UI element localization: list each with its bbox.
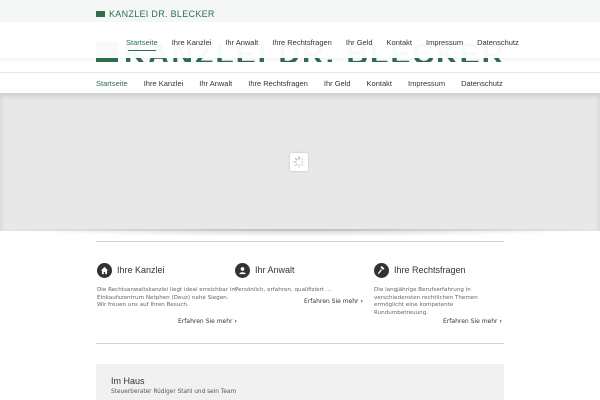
sticky-nav-startseite[interactable]: Startseite: [126, 38, 158, 47]
sticky-header-strip: [0, 0, 600, 22]
im-haus-box: Im Haus Steuerberater Rüdiger Stahl und …: [96, 364, 504, 400]
section-divider: [96, 241, 504, 242]
feature-title: Ihre Kanzlei: [117, 265, 165, 275]
nav-ihre-kanzlei[interactable]: Ihre Kanzlei: [144, 79, 184, 88]
user-icon: [235, 262, 250, 278]
nav-datenschutz[interactable]: Datenschutz: [461, 79, 503, 88]
main-nav: Startseite Ihre Kanzlei Ihr Anwalt Ihre …: [0, 72, 600, 94]
nav-impressum[interactable]: Impressum: [408, 79, 445, 88]
feature-text: Persönlich, erfahren, qualifiziert ...: [235, 287, 332, 293]
sticky-nav: Startseite Ihre Kanzlei Ihr Anwalt Ihre …: [126, 38, 533, 47]
sticky-nav-impressum[interactable]: Impressum: [426, 38, 463, 47]
loading-spinner-icon: [290, 153, 308, 171]
home-icon: [97, 262, 112, 278]
sticky-logo-text: KANZLEI DR. BLECKER: [109, 9, 215, 19]
feature-more-link[interactable]: Erfahren Sie mehr ›: [443, 318, 502, 325]
chevron-right-icon: ›: [360, 298, 363, 305]
feature-text: Die langjährige Berufserfahrung in versc…: [374, 287, 478, 316]
feature-ihre-rechtsfragen: Ihre Rechtsfragen Die langjährige Berufs…: [374, 262, 502, 325]
more-link-label: Erfahren Sie mehr: [304, 298, 359, 305]
section-divider: [96, 343, 504, 344]
active-nav-underline: [128, 50, 156, 51]
logo-mark-icon: [96, 11, 105, 17]
sticky-nav-ihre-kanzlei[interactable]: Ihre Kanzlei: [172, 38, 212, 47]
chevron-right-icon: ›: [234, 318, 237, 325]
slider-shadow: [0, 229, 600, 237]
sticky-nav-ihre-rechtsfragen[interactable]: Ihre Rechtsfragen: [272, 38, 332, 47]
nav-ihr-geld[interactable]: Ihr Geld: [324, 79, 351, 88]
nav-startseite[interactable]: Startseite: [96, 79, 128, 88]
nav-kontakt[interactable]: Kontakt: [367, 79, 392, 88]
feature-title: Ihr Anwalt: [255, 265, 295, 275]
feature-more-link[interactable]: Erfahren Sie mehr ›: [304, 298, 363, 305]
sticky-logo[interactable]: KANZLEI DR. BLECKER: [96, 9, 215, 19]
nav-ihre-rechtsfragen[interactable]: Ihre Rechtsfragen: [248, 79, 308, 88]
feature-more-link[interactable]: Erfahren Sie mehr ›: [178, 318, 237, 325]
sticky-header: KANZLEI DR. BLECKER Startseite Ihre Kanz…: [0, 0, 600, 58]
feature-text: Die Rechtsanwaltskanzlei liegt ideal err…: [97, 287, 237, 308]
sticky-nav-ihr-anwalt[interactable]: Ihr Anwalt: [225, 38, 258, 47]
feature-ihre-kanzlei: Ihre Kanzlei Die Rechtsanwaltskanzlei li…: [97, 262, 237, 325]
sticky-nav-kontakt[interactable]: Kontakt: [387, 38, 412, 47]
feature-ihr-anwalt: Ihr Anwalt Persönlich, erfahren, qualifi…: [235, 262, 375, 305]
sticky-nav-datenschutz[interactable]: Datenschutz: [477, 38, 519, 47]
chevron-right-icon: ›: [499, 318, 502, 325]
feature-title: Ihre Rechtsfragen: [394, 265, 466, 275]
gavel-icon: [374, 262, 389, 278]
im-haus-title: Im Haus: [111, 376, 145, 386]
more-link-label: Erfahren Sie mehr: [178, 318, 233, 325]
nav-ihr-anwalt[interactable]: Ihr Anwalt: [199, 79, 232, 88]
more-link-label: Erfahren Sie mehr: [443, 318, 498, 325]
sticky-nav-ihr-geld[interactable]: Ihr Geld: [346, 38, 373, 47]
im-haus-text: Steuerberater Rüdiger Stahl und sein Tea…: [111, 389, 237, 395]
